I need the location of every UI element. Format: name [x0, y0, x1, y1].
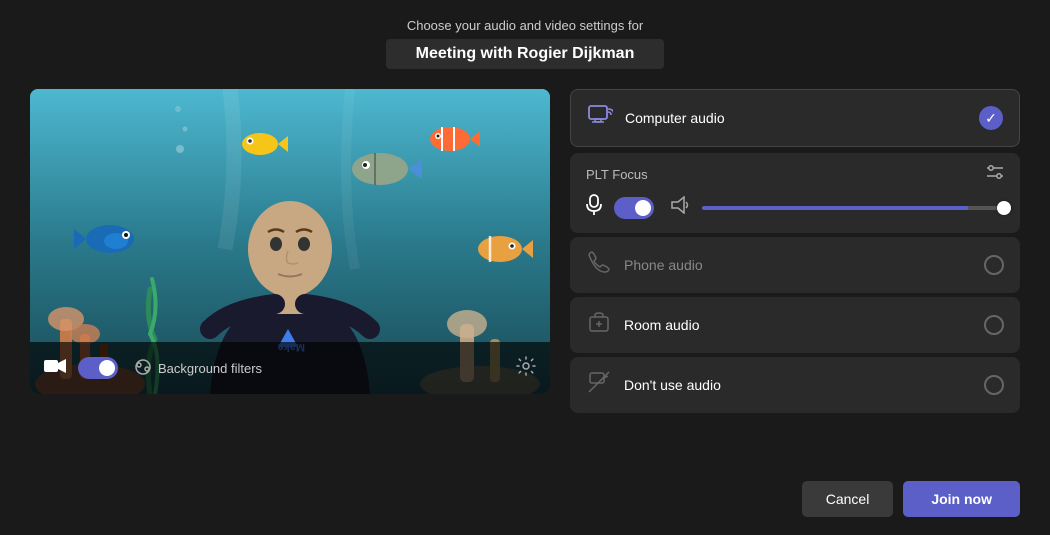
audio-option-room[interactable]: Room audio — [570, 297, 1020, 353]
computer-audio-check: ✓ — [979, 106, 1003, 130]
plt-header: PLT Focus — [586, 165, 1004, 184]
header: Choose your audio and video settings for… — [0, 0, 1050, 79]
audio-option-computer[interactable]: Computer audio ✓ — [570, 89, 1020, 147]
main-content: Make — [0, 79, 1050, 471]
volume-slider[interactable] — [702, 206, 1004, 210]
plt-settings-icon[interactable] — [986, 165, 1004, 184]
camera-toggle[interactable] — [78, 357, 118, 379]
join-now-button[interactable]: Join now — [903, 481, 1020, 517]
plt-controls — [586, 194, 1004, 221]
video-controls: Background filters — [30, 342, 550, 394]
mic-icon — [586, 194, 602, 221]
plt-focus-section: PLT Focus — [570, 153, 1020, 233]
no-audio-icon — [586, 371, 612, 399]
computer-audio-label: Computer audio — [625, 110, 967, 126]
cancel-button[interactable]: Cancel — [802, 481, 894, 517]
audio-option-phone[interactable]: Phone audio — [570, 237, 1020, 293]
video-panel: Make — [30, 89, 550, 394]
no-audio-label: Don't use audio — [624, 377, 972, 393]
room-audio-label: Room audio — [624, 317, 972, 333]
room-audio-radio — [984, 315, 1004, 335]
background-filters-button[interactable]: Background filters — [134, 358, 262, 379]
camera-icon — [44, 357, 66, 380]
no-audio-radio — [984, 375, 1004, 395]
settings-icon[interactable] — [516, 356, 536, 381]
room-audio-icon — [586, 311, 612, 339]
bg-filters-label: Background filters — [158, 361, 262, 376]
footer: Cancel Join now — [0, 471, 1050, 535]
speaker-icon — [670, 196, 690, 219]
header-title: Meeting with Rogier Dijkman — [386, 39, 665, 69]
plt-label: PLT Focus — [586, 167, 648, 182]
audio-option-none[interactable]: Don't use audio — [570, 357, 1020, 413]
bg-filters-icon — [134, 358, 152, 379]
header-subtitle: Choose your audio and video settings for — [0, 18, 1050, 33]
audio-panel: Computer audio ✓ PLT Focus — [570, 89, 1020, 461]
computer-audio-icon — [587, 104, 613, 132]
phone-audio-radio — [984, 255, 1004, 275]
mic-toggle[interactable] — [614, 197, 654, 219]
phone-audio-label: Phone audio — [624, 257, 972, 273]
phone-audio-icon — [586, 251, 612, 279]
